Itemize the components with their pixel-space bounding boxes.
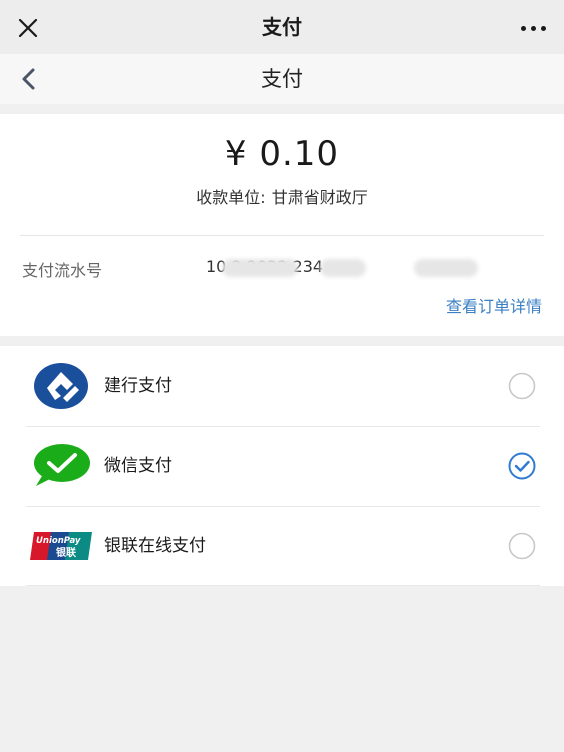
- payment-summary-card: ¥ 0.10 收款单位:甘肃省财政厅 支付流水号 10 2 2022 234 查…: [0, 114, 564, 336]
- webview-title: 支付: [262, 15, 302, 39]
- page-title: 支付: [261, 67, 303, 91]
- method-unionpay[interactable]: UnionPay 银联 银联在线支付: [0, 506, 564, 586]
- serial-number-label: 支付流水号: [22, 261, 103, 280]
- redaction-blur: [320, 259, 366, 277]
- svg-text:银联: 银联: [56, 546, 76, 559]
- method-ccb-pay[interactable]: 建行支付: [0, 346, 564, 426]
- wechat-pay-icon: [30, 438, 92, 494]
- unionpay-logo-icon: UnionPay 银联: [30, 518, 92, 574]
- method-label: 银联在线支付: [104, 536, 206, 556]
- page-header: 支付: [0, 54, 564, 104]
- wechat-top-bar: 支付: [0, 0, 564, 54]
- view-order-details-link[interactable]: 查看订单详情: [446, 293, 542, 317]
- payee-line: 收款单位: 甘肃省财政厅: [0, 184, 564, 208]
- divider: [26, 585, 540, 586]
- redaction-blur: [222, 259, 298, 277]
- payment-methods-list: 建行支付 微信支付 UnionPay 银联 银联在线支付: [0, 346, 564, 586]
- method-label: 建行支付: [104, 376, 172, 396]
- radio-unselected-icon[interactable]: [508, 372, 536, 400]
- payee-label: 收款单位:: [196, 188, 266, 207]
- svg-text:UnionPay: UnionPay: [36, 536, 81, 546]
- radio-unselected-icon[interactable]: [508, 532, 536, 560]
- payment-amount: ¥ 0.10: [224, 134, 340, 174]
- payee-name: 甘肃省财政厅: [271, 188, 368, 207]
- more-icon[interactable]: [516, 14, 550, 42]
- method-wechat-pay[interactable]: 微信支付: [0, 426, 564, 506]
- redaction-blur: [414, 259, 478, 277]
- radio-checked-icon[interactable]: [508, 452, 536, 480]
- method-label: 微信支付: [104, 456, 172, 476]
- ccb-logo-icon: [30, 358, 92, 414]
- chevron-left-icon[interactable]: [12, 63, 44, 95]
- divider: [20, 235, 544, 236]
- close-icon[interactable]: [14, 14, 42, 42]
